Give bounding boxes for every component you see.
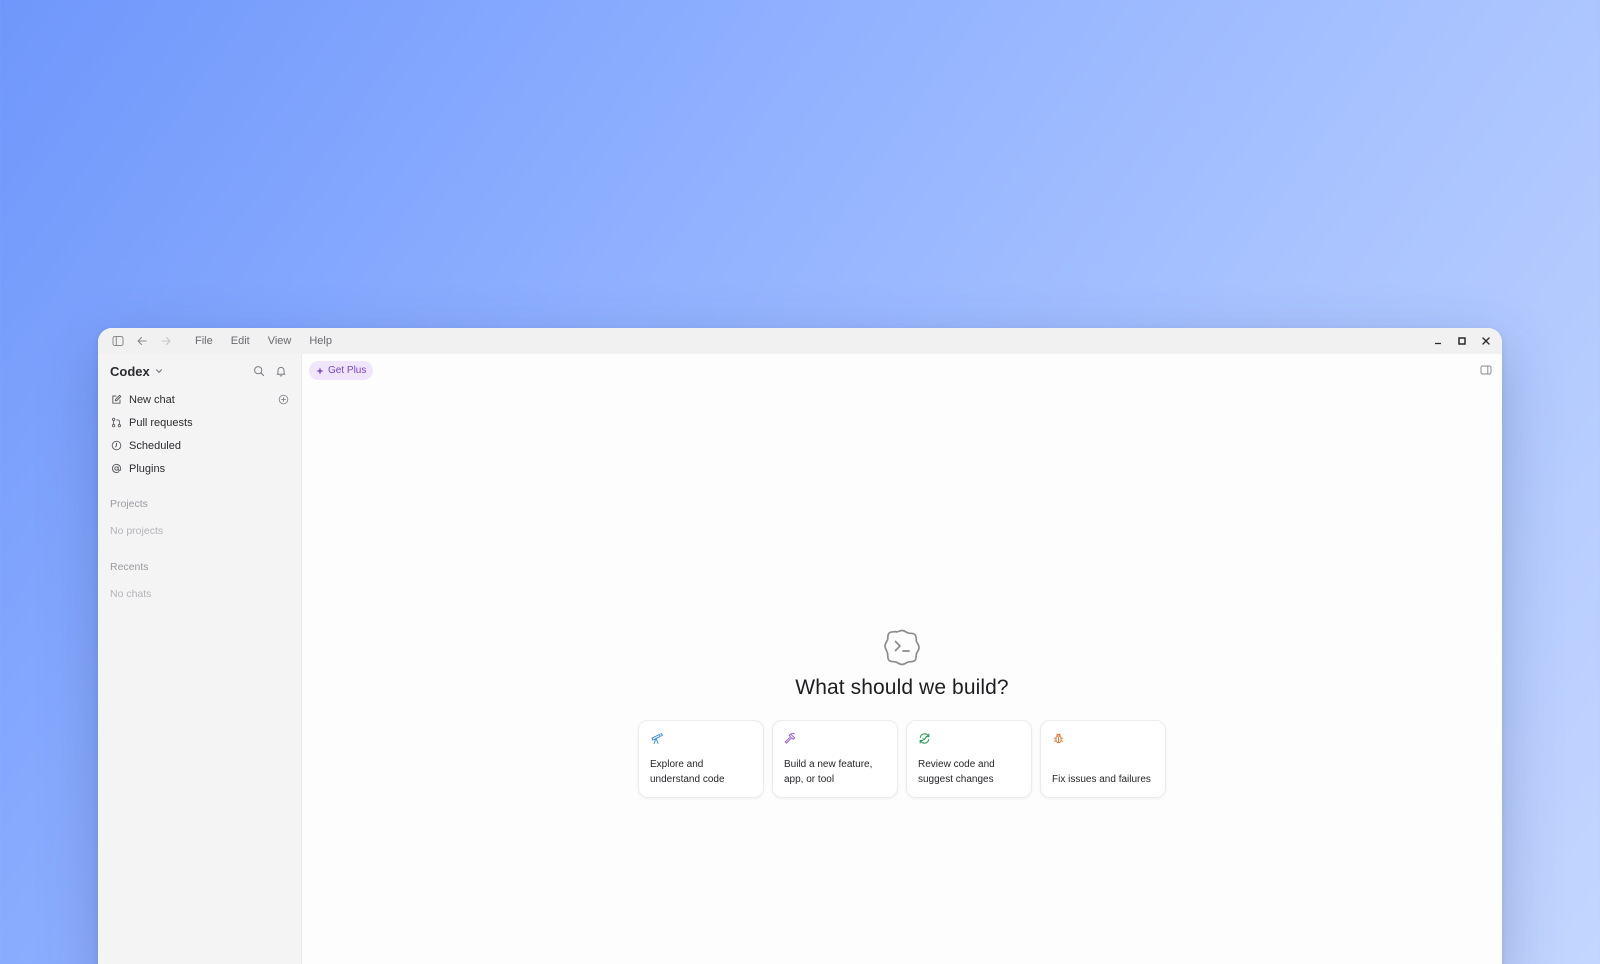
workspace-switcher[interactable]: Codex [110, 364, 164, 379]
sidebar-item-new-chat[interactable]: New chat [104, 388, 295, 411]
edit-icon [110, 394, 122, 406]
sidebar-toggle-icon[interactable] [106, 329, 130, 353]
sidebar-item-plugins[interactable]: Plugins [104, 457, 295, 480]
refresh-check-icon [918, 732, 931, 745]
sidebar-item-label: Pull requests [129, 416, 193, 429]
card-label: Explore and understand code [650, 759, 725, 785]
side-panel-toggle-icon[interactable] [1480, 364, 1492, 376]
back-arrow-icon[interactable] [130, 329, 154, 353]
get-plus-label: Get Plus [328, 365, 367, 376]
suggestion-card-fix[interactable]: Fix issues and failures [1040, 720, 1166, 798]
sidebar-header: Codex [98, 354, 301, 388]
menu-view[interactable]: View [259, 328, 301, 354]
recents-heading: Recents [110, 561, 149, 573]
codex-logo-icon [882, 626, 922, 666]
maximize-button[interactable] [1450, 328, 1474, 354]
suggestion-cards: Explore and understand code Build a new … [638, 720, 1166, 798]
get-plus-button[interactable]: Get Plus [309, 361, 374, 380]
sidebar-nav: New chat Pull requests Scheduled Plugins [98, 388, 301, 480]
git-pull-request-icon [110, 417, 122, 429]
menu-help[interactable]: Help [300, 328, 341, 354]
minimize-button[interactable] [1426, 328, 1450, 354]
sidebar: Codex New chat Pull requests Scheduled P… [98, 354, 302, 964]
sidebar-item-label: New chat [129, 393, 175, 406]
menu-file[interactable]: File [186, 328, 222, 354]
projects-empty-text: No projects [110, 525, 164, 537]
menu-bar: File Edit View Help [186, 328, 341, 354]
menu-edit[interactable]: Edit [222, 328, 259, 354]
app-window: File Edit View Help Codex New chat Pull … [98, 328, 1502, 964]
chevron-down-icon [154, 366, 164, 376]
search-icon[interactable] [251, 363, 267, 379]
close-button[interactable] [1474, 328, 1498, 354]
card-label: Fix issues and failures [1052, 774, 1151, 785]
sidebar-item-label: Scheduled [129, 439, 181, 452]
bug-icon [1052, 732, 1065, 745]
title-bar: File Edit View Help [98, 328, 1502, 354]
sparkle-icon [316, 366, 324, 375]
main-panel: Get Plus What should we build? Explore a… [302, 354, 1502, 964]
at-sign-icon [110, 463, 122, 475]
sidebar-item-label: Plugins [129, 462, 166, 475]
empty-state: What should we build? Explore and unders… [302, 626, 1502, 798]
sidebar-item-scheduled[interactable]: Scheduled [104, 434, 295, 457]
suggestion-card-build[interactable]: Build a new feature, app, or tool [772, 720, 898, 798]
plus-circle-icon[interactable] [278, 394, 289, 405]
card-label: Build a new feature, app, or tool [784, 759, 873, 785]
hero-title: What should we build? [795, 676, 1009, 699]
suggestion-card-explore[interactable]: Explore and understand code [638, 720, 764, 798]
recents-empty-text: No chats [110, 588, 152, 600]
brand-name: Codex [110, 363, 150, 379]
bell-icon[interactable] [273, 363, 289, 379]
sidebar-item-pull-requests[interactable]: Pull requests [104, 411, 295, 434]
card-label: Review code and suggest changes [918, 759, 995, 785]
projects-heading: Projects [110, 498, 148, 510]
forward-arrow-icon[interactable] [154, 329, 178, 353]
suggestion-card-review[interactable]: Review code and suggest changes [906, 720, 1032, 798]
hammer-icon [784, 732, 797, 745]
clock-icon [110, 440, 122, 452]
telescope-icon [650, 732, 663, 745]
